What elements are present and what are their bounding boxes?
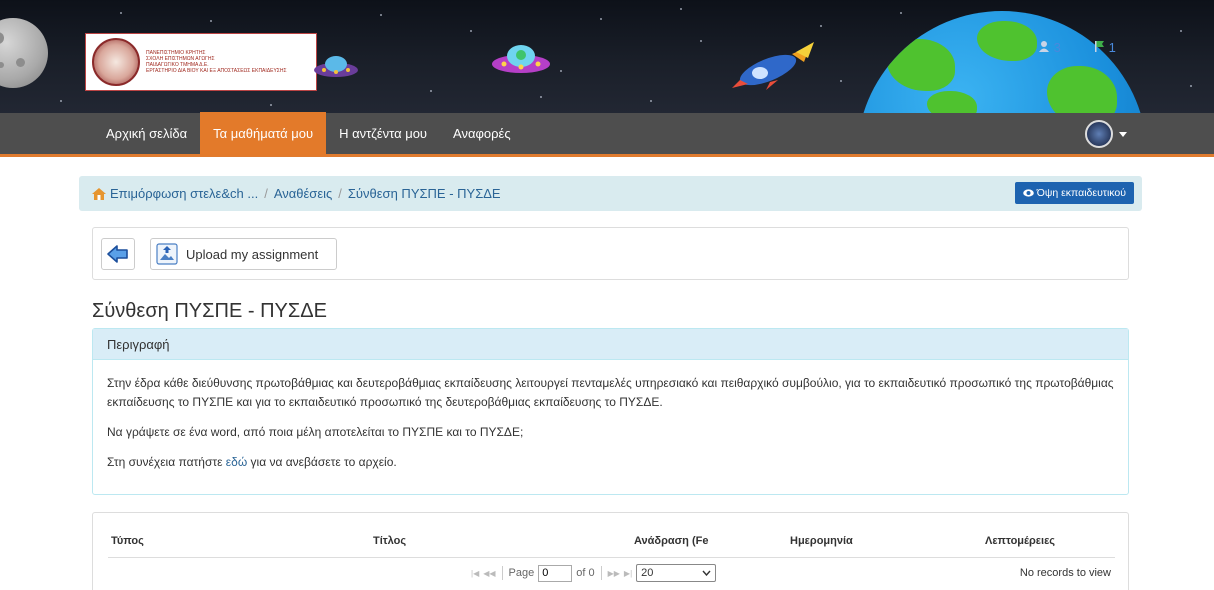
column-details[interactable]: Λεπτομέρειες bbox=[985, 535, 1055, 547]
pager-separator bbox=[501, 566, 503, 580]
main-navbar: Αρχική σελίδα Τα μαθήματά μου Η αντζέντα… bbox=[0, 111, 1214, 157]
moon-illustration bbox=[0, 18, 48, 88]
flag-icon bbox=[1095, 41, 1104, 52]
star-dot bbox=[120, 12, 122, 14]
rocket-illustration bbox=[732, 42, 814, 90]
upload-assignment-label: Upload my assignment bbox=[186, 246, 319, 262]
next-page-icon[interactable]: ▶▶ bbox=[608, 569, 620, 578]
arrow-left-icon bbox=[107, 245, 128, 263]
star-dot bbox=[680, 8, 682, 10]
user-icon bbox=[1039, 41, 1049, 52]
university-seal bbox=[92, 38, 140, 86]
star-dot bbox=[430, 90, 432, 92]
page-size-select[interactable]: 20 bbox=[636, 564, 717, 582]
header-banner: ΠΑΝΕΠΙΣΤΗΜΙΟ ΚΡΗΤΗΣ ΣΧΟΛΗ ΕΠΙΣΤΗΜΩΝ ΑΓΩΓ… bbox=[0, 0, 1214, 113]
column-feedback[interactable]: Ανάδραση (Fe bbox=[634, 535, 708, 547]
description-paragraph: Να γράψετε σε ένα word, από ποια μέλη απ… bbox=[107, 425, 524, 439]
star-dot bbox=[1190, 85, 1192, 87]
submissions-table: Τύπος Τίτλος Ανάδραση (Fe Ημερομηνία Λεπ… bbox=[92, 512, 1129, 590]
previous-page-icon[interactable]: ◀◀ bbox=[483, 569, 495, 578]
pager-separator bbox=[600, 566, 602, 580]
page-title: Σύνθεση ΠΥΣΠΕ - ΠΥΣΔΕ bbox=[92, 300, 327, 322]
users-count: 3 bbox=[1053, 40, 1061, 55]
breadcrumb: Επιμόρφωση στελε&ch ... / Αναθέσεις / Σύ… bbox=[79, 176, 1142, 211]
star-dot bbox=[470, 30, 472, 32]
star-dot bbox=[540, 96, 542, 98]
logo-line: ΕΡΓΑΣΤΗΡΙΟ ΔΙΑ ΒΙΟΥ ΚΑΙ ΕΞ ΑΠΟΣΤΑΣΕΩΣ ΕΚ… bbox=[146, 68, 287, 74]
breadcrumb-separator: / bbox=[264, 186, 268, 201]
table-header: Τύπος Τίτλος Ανάδραση (Fe Ημερομηνία Λεπ… bbox=[108, 530, 1115, 558]
eye-icon bbox=[1022, 189, 1034, 197]
column-type[interactable]: Τύπος bbox=[111, 535, 144, 547]
star-dot bbox=[560, 70, 562, 72]
star-dot bbox=[700, 40, 702, 42]
star-dot bbox=[1180, 30, 1182, 32]
description-heading: Περιγραφή bbox=[93, 329, 1128, 360]
description-text: για να ανεβάσετε το αρχείο. bbox=[247, 455, 397, 469]
logo-text: ΠΑΝΕΠΙΣΤΗΜΙΟ ΚΡΗΤΗΣ ΣΧΟΛΗ ΕΠΙΣΤΗΜΩΝ ΑΓΩΓ… bbox=[146, 50, 287, 74]
description-body: Στην έδρα κάθε διεύθυνσης πρωτοβάθμιας κ… bbox=[93, 360, 1128, 472]
nav-reports[interactable]: Αναφορές bbox=[440, 112, 524, 156]
breadcrumb-assignments[interactable]: Αναθέσεις bbox=[274, 186, 332, 201]
user-avatar[interactable] bbox=[1085, 120, 1113, 148]
table-pager: |◀ ◀◀ Page of 0 ▶▶ ▶| 20 bbox=[471, 564, 717, 582]
column-date[interactable]: Ημερομηνία bbox=[790, 535, 853, 547]
home-icon[interactable] bbox=[92, 187, 106, 200]
upload-icon bbox=[156, 243, 178, 265]
star-dot bbox=[270, 104, 272, 106]
ufo-illustration bbox=[314, 56, 358, 77]
users-icon[interactable]: 3 bbox=[1038, 40, 1061, 55]
upload-assignment-button[interactable]: Upload my assignment bbox=[150, 238, 337, 270]
chevron-down-icon[interactable] bbox=[1119, 132, 1127, 137]
description-paragraph: Στη συνέχεια πατήστε εδώ για να ανεβάσετ… bbox=[107, 453, 1114, 472]
star-dot bbox=[210, 20, 212, 22]
empty-state-text: No records to view bbox=[1019, 567, 1111, 579]
nav-my-courses[interactable]: Τα μαθήματά μου bbox=[200, 111, 327, 156]
page-count-label: of 0 bbox=[576, 567, 595, 579]
description-paragraph: Στην έδρα κάθε διεύθυνσης πρωτοβάθμιας κ… bbox=[107, 376, 1114, 409]
teacher-view-button[interactable]: Όψη εκπαιδευτικού bbox=[1014, 182, 1134, 204]
star-dot bbox=[900, 12, 902, 14]
breadcrumb-separator: / bbox=[338, 186, 342, 201]
notifications-icon[interactable]: 1 bbox=[1093, 40, 1116, 55]
description-text: Στη συνέχεια πατήστε bbox=[107, 455, 226, 469]
ufo-illustration bbox=[492, 45, 550, 73]
star-dot bbox=[820, 25, 822, 27]
chevron-down-icon bbox=[702, 570, 711, 576]
nav-home[interactable]: Αρχική σελίδα bbox=[93, 112, 200, 156]
last-page-icon[interactable]: ▶| bbox=[624, 569, 632, 578]
notifications-count: 1 bbox=[1108, 40, 1116, 55]
page-label: Page bbox=[508, 567, 535, 579]
page-number-input[interactable] bbox=[538, 564, 573, 582]
breadcrumb-course[interactable]: Επιμόρφωση στελε&ch ... bbox=[110, 186, 258, 201]
first-page-icon[interactable]: |◀ bbox=[471, 569, 479, 578]
nav-agenda[interactable]: Η αντζέντα μου bbox=[326, 112, 440, 156]
back-button[interactable] bbox=[101, 238, 135, 270]
action-toolbar: Upload my assignment bbox=[92, 227, 1129, 280]
university-logo[interactable]: ΠΑΝΕΠΙΣΤΗΜΙΟ ΚΡΗΤΗΣ ΣΧΟΛΗ ΕΠΙΣΤΗΜΩΝ ΑΓΩΓ… bbox=[85, 33, 317, 91]
breadcrumb-current[interactable]: Σύνθεση ΠΥΣΠΕ - ΠΥΣΔΕ bbox=[348, 186, 501, 201]
page-size-value: 20 bbox=[641, 567, 654, 579]
star-dot bbox=[380, 14, 382, 16]
upload-here-link[interactable]: εδώ bbox=[226, 455, 247, 469]
teacher-view-label: Όψη εκπαιδευτικού bbox=[1036, 187, 1126, 199]
column-title[interactable]: Τίτλος bbox=[373, 535, 406, 547]
description-panel: Περιγραφή Στην έδρα κάθε διεύθυνσης πρωτ… bbox=[92, 328, 1129, 495]
earth-illustration bbox=[857, 11, 1147, 113]
star-dot bbox=[60, 100, 62, 102]
star-dot bbox=[600, 18, 602, 20]
star-dot bbox=[840, 80, 842, 82]
star-dot bbox=[650, 100, 652, 102]
